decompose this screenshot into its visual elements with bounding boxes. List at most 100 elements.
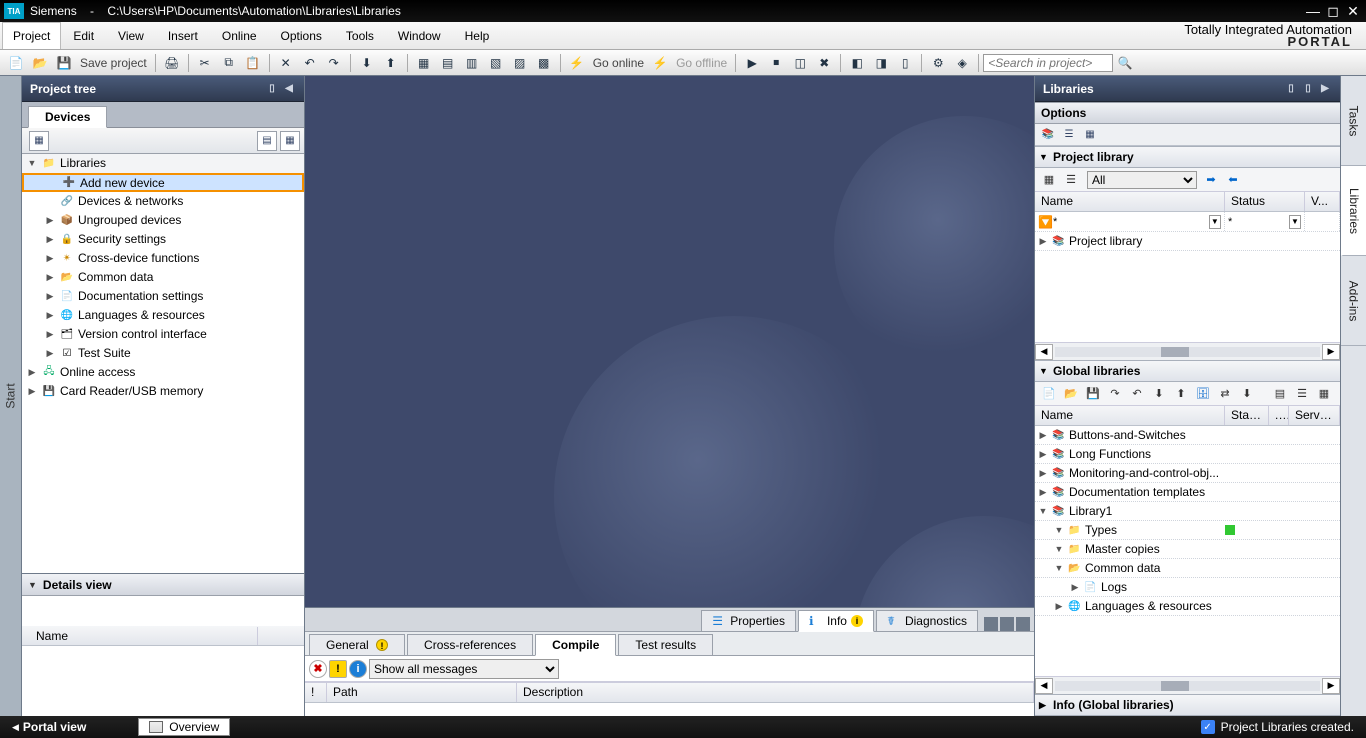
tree-item-cross-device[interactable]: ▶ ✴ Cross-device functions (22, 249, 304, 268)
t6-icon[interactable]: ✖ (814, 53, 834, 73)
tab-devices[interactable]: Devices (28, 106, 107, 128)
tree-item-card-reader[interactable]: ▶ 💾 Card Reader/USB memory (22, 382, 304, 401)
plib-filter-select[interactable]: All (1087, 171, 1197, 189)
plib-status-filter[interactable] (1228, 216, 1289, 228)
pane-pin-icon[interactable]: ▯ (265, 82, 279, 96)
accordion-global-libraries[interactable]: ▼ Global libraries (1035, 360, 1340, 382)
glib-t7-icon[interactable]: ⬇ (1237, 384, 1257, 404)
copy-icon[interactable]: ⧉ (219, 53, 239, 73)
save-project-label[interactable]: Save project (76, 56, 151, 70)
save-icon[interactable]: 💾 (54, 53, 74, 73)
glib-item-monitoring[interactable]: ▶📚Monitoring-and-control-obj... (1035, 464, 1340, 483)
redo-icon[interactable]: ↷ (324, 53, 344, 73)
glib-v3-icon[interactable]: ▦ (1314, 384, 1334, 404)
tree-item-version-control[interactable]: ▶ 🗂 Version control interface (22, 325, 304, 344)
subtab-crossref[interactable]: Cross-references (407, 634, 533, 656)
subtab-test-results[interactable]: Test results (618, 634, 713, 656)
start-cpu-icon[interactable]: ▶ (742, 53, 762, 73)
t7-icon[interactable]: ⚙ (928, 53, 948, 73)
menu-options[interactable]: Options (269, 22, 334, 50)
vtab-libraries[interactable]: Libraries (1341, 166, 1366, 256)
lib-win1-icon[interactable]: ▯ (1284, 82, 1298, 96)
col-path[interactable]: Path (327, 683, 517, 702)
t4-icon[interactable]: ▩ (534, 53, 554, 73)
menu-edit[interactable]: Edit (61, 22, 106, 50)
inspector-max-icon[interactable] (1000, 617, 1014, 631)
tree-view2-icon[interactable]: ▦ (280, 131, 300, 151)
tree-item-devices-networks[interactable]: 🔗 Devices & networks (22, 192, 304, 211)
overview-button[interactable]: Overview (138, 718, 230, 736)
go-offline-label[interactable]: Go offline (672, 56, 731, 70)
tree-view1-icon[interactable]: ▤ (257, 131, 277, 151)
glib-item-master-copies[interactable]: ▼📁Master copies (1035, 540, 1340, 559)
glib-t5-icon[interactable]: 🗄 (1193, 384, 1213, 404)
glib-t4-icon[interactable]: ⬆ (1171, 384, 1191, 404)
search-input[interactable] (983, 54, 1113, 72)
glib-col-status[interactable]: Status (1225, 406, 1269, 425)
portal-view-button[interactable]: ◀ Portal view (0, 716, 98, 738)
left-vertical-tab[interactable]: Start (0, 76, 22, 716)
plib-col-v[interactable]: V... (1305, 192, 1340, 211)
glib-item-common-data[interactable]: ▼📂Common data (1035, 559, 1340, 578)
lib-win2-icon[interactable]: ▯ (1301, 82, 1315, 96)
cut-icon[interactable]: ✂ (195, 53, 215, 73)
tree-item-ungrouped[interactable]: ▶ 📦 Ungrouped devices (22, 211, 304, 230)
tree-root[interactable]: ▼ 📁 Libraries (22, 154, 304, 173)
glib-t3-icon[interactable]: ⬇ (1149, 384, 1169, 404)
opt3-icon[interactable]: ▦ (1081, 127, 1099, 143)
subtab-general[interactable]: General ! (309, 634, 405, 656)
glib-item-languages[interactable]: ▶🌐Languages & resources (1035, 597, 1340, 616)
warning-filter-icon[interactable]: ! (329, 660, 347, 678)
search-go-icon[interactable]: 🔍 (1115, 53, 1135, 73)
hw-icon[interactable]: ▦ (414, 53, 434, 73)
plib-tool3-icon[interactable]: ➡ (1201, 170, 1221, 190)
menu-view[interactable]: View (106, 22, 156, 50)
tree-item-online-access[interactable]: ▶ 🖧 Online access (22, 363, 304, 382)
glib-col-dots[interactable]: ... (1269, 406, 1289, 425)
col-severity[interactable]: ! (305, 683, 327, 702)
glib-t2-icon[interactable]: ↶ (1127, 384, 1147, 404)
scroll-left-icon[interactable]: ◀ (1035, 344, 1053, 360)
plib-col-status[interactable]: Status (1225, 192, 1305, 211)
tab-diagnostics[interactable]: ☤ Diagnostics (876, 610, 978, 632)
scroll-right-icon[interactable]: ▶ (1322, 344, 1340, 360)
close-button[interactable]: ✕ (1344, 3, 1362, 19)
t8-icon[interactable]: ◈ (952, 53, 972, 73)
tab-properties[interactable]: ☰ Properties (701, 610, 796, 632)
plib-tool2-icon[interactable]: ☰ (1061, 170, 1081, 190)
lib-collapse-icon[interactable]: ▶ (1318, 82, 1332, 96)
maximize-button[interactable]: ◻ (1324, 3, 1342, 19)
error-filter-icon[interactable]: ✖ (309, 660, 327, 678)
glib-col-name[interactable]: Name (1035, 406, 1225, 425)
stop-cpu-icon[interactable]: ⏹ (766, 53, 786, 73)
plib-col-name[interactable]: Name (1035, 192, 1225, 211)
delete-icon[interactable]: ✕ (276, 53, 296, 73)
scroll-left-icon[interactable]: ◀ (1035, 678, 1053, 694)
new-project-icon[interactable]: 📄 (6, 53, 26, 73)
glib-col-serve[interactable]: Serve... (1289, 406, 1340, 425)
layout2-icon[interactable]: ◨ (871, 53, 891, 73)
glib-item-buttons-switches[interactable]: ▶📚Buttons-and-Switches (1035, 426, 1340, 445)
opt1-icon[interactable]: 📚 (1039, 127, 1057, 143)
plib-item-project-library[interactable]: ▶ 📚 Project library (1035, 232, 1340, 251)
glib-t1-icon[interactable]: ↷ (1105, 384, 1125, 404)
opt2-icon[interactable]: ☰ (1060, 127, 1078, 143)
tree-item-add-new-device[interactable]: ➕ Add new device (22, 173, 304, 192)
accordion-project-library[interactable]: ▼ Project library (1035, 146, 1340, 168)
go-online-label[interactable]: Go online (589, 56, 648, 70)
print-icon[interactable]: 🖨 (162, 53, 182, 73)
glib-item-types[interactable]: ▼📁Types (1035, 521, 1340, 540)
vtab-tasks[interactable]: Tasks (1341, 76, 1366, 166)
details-col-name[interactable]: Name (28, 627, 258, 645)
layout3-icon[interactable]: ▯ (895, 53, 915, 73)
message-filter-select[interactable]: Show all messages (369, 659, 559, 679)
scroll-right-icon[interactable]: ▶ (1322, 678, 1340, 694)
layout1-icon[interactable]: ◧ (847, 53, 867, 73)
tree-item-test-suite[interactable]: ▶ ☑ Test Suite (22, 344, 304, 363)
paste-icon[interactable]: 📋 (243, 53, 263, 73)
menu-online[interactable]: Online (210, 22, 269, 50)
glib-scrollbar[interactable]: ◀ ▶ (1035, 676, 1340, 694)
tab-info[interactable]: ℹ Info i (798, 610, 874, 632)
download-icon[interactable]: ⬆ (381, 53, 401, 73)
plib-scrollbar[interactable]: ◀ ▶ (1035, 342, 1340, 360)
